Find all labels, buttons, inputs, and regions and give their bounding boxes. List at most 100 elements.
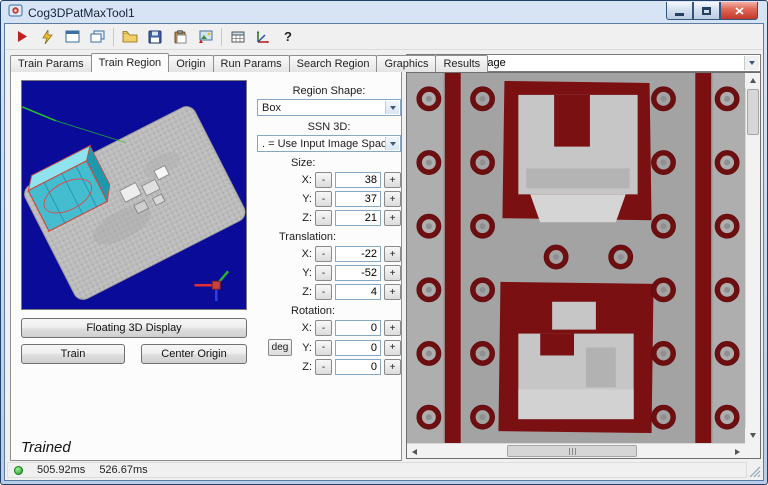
translation-z-decrement-button[interactable]: - (315, 284, 332, 300)
rotation-y-row: deg Y: - + (257, 339, 401, 356)
window-title: Cog3DPatMaxTool1 (28, 5, 135, 20)
translation-z-row: Z: - + (257, 284, 401, 300)
size-z-decrement-button[interactable]: - (315, 210, 332, 226)
tab-train-params[interactable]: Train Params (10, 55, 92, 72)
translation-x-increment-button[interactable]: + (384, 246, 401, 262)
tab-search-region[interactable]: Search Region (288, 55, 378, 72)
import-image-button[interactable] (193, 26, 217, 48)
tab-strip: Train Params Train Region Origin Run Par… (10, 53, 489, 72)
rotation-label: Rotation: (291, 305, 336, 317)
size-x-increment-button[interactable]: + (384, 172, 401, 188)
input-image[interactable] (407, 73, 745, 443)
clipboard-icon (174, 29, 186, 43)
deg-button[interactable]: deg (268, 339, 292, 356)
chevron-down-icon (385, 101, 399, 114)
maximize-button[interactable] (693, 2, 720, 20)
float-window-button[interactable] (85, 26, 109, 48)
tab-run-params[interactable]: Run Params (212, 55, 290, 72)
3d-viewport[interactable] (21, 80, 247, 310)
image-display-button[interactable] (60, 26, 84, 48)
toolbar-separator (221, 27, 222, 46)
toolbar-separator (113, 27, 114, 46)
size-x-row: X: - + (257, 172, 401, 188)
rotation-x-decrement-button[interactable]: - (315, 320, 332, 336)
tab-train-region[interactable]: Train Region (90, 53, 170, 72)
size-y-increment-button[interactable]: + (384, 191, 401, 207)
scroll-left-arrow[interactable] (407, 444, 422, 458)
origin-tool-button[interactable] (251, 26, 275, 48)
size-y-decrement-button[interactable]: - (315, 191, 332, 207)
status-led-icon (14, 465, 23, 475)
translation-y-decrement-button[interactable]: - (315, 265, 332, 281)
region-shape-select[interactable]: Box (257, 99, 401, 116)
tab-origin[interactable]: Origin (168, 55, 214, 72)
app-icon[interactable] (8, 3, 23, 23)
run-continuous-button[interactable] (35, 26, 59, 48)
ssn-3d-label: SSN 3D: (307, 121, 351, 133)
size-y-field[interactable] (335, 191, 381, 207)
rotation-z-increment-button[interactable]: + (384, 359, 401, 375)
open-button[interactable] (118, 26, 142, 48)
region-form: Region Shape: Box SSN 3D: . = Use Input … (257, 80, 401, 378)
size-x-decrement-button[interactable]: - (315, 172, 332, 188)
close-icon (734, 6, 744, 15)
translation-y-field[interactable] (335, 265, 381, 281)
add-image-icon (198, 30, 212, 43)
size-z-row: Z: - + (257, 210, 401, 226)
layers-icon (90, 30, 104, 43)
image-panel: Current.InputImage (406, 54, 761, 459)
translation-y-increment-button[interactable]: + (384, 265, 401, 281)
rotation-y-increment-button[interactable]: + (384, 339, 401, 356)
rotation-z-row: Z: - + (257, 359, 401, 375)
rotation-z-field[interactable] (335, 359, 381, 375)
floating-3d-display-button[interactable]: Floating 3D Display (21, 318, 247, 338)
scroll-up-arrow[interactable] (745, 73, 760, 88)
window-icon (65, 30, 79, 43)
horizontal-scroll-thumb[interactable] (507, 445, 637, 457)
vertical-scrollbar[interactable] (745, 73, 760, 443)
resize-grip[interactable] (747, 462, 761, 478)
scroll-down-arrow[interactable] (745, 428, 760, 443)
run-button[interactable] (10, 26, 34, 48)
rotation-y-decrement-button[interactable]: - (315, 339, 332, 356)
lightning-icon (41, 29, 53, 44)
save-button[interactable] (143, 26, 167, 48)
axes-icon (256, 30, 270, 43)
help-icon: ? (284, 29, 292, 44)
scroll-right-arrow[interactable] (730, 444, 745, 458)
rotation-x-field[interactable] (335, 320, 381, 336)
train-region-page: Floating 3D Display Train Center Origin … (10, 71, 402, 461)
image-display[interactable] (406, 72, 761, 459)
rotation-x-row: X: - + (257, 320, 401, 336)
vertical-scroll-thumb[interactable] (747, 89, 759, 135)
horizontal-scrollbar[interactable] (407, 443, 745, 458)
help-button[interactable]: ? (276, 26, 300, 48)
translation-z-field[interactable] (335, 284, 381, 300)
translation-x-decrement-button[interactable]: - (315, 246, 332, 262)
resize-grip-icon (749, 466, 761, 478)
translation-y-row: Y: - + (257, 265, 401, 281)
paste-button[interactable] (168, 26, 192, 48)
region-shape-label: Region Shape: (292, 85, 366, 97)
open-folder-icon (122, 31, 138, 43)
chevron-down-icon (385, 137, 399, 150)
tab-graphics[interactable]: Graphics (376, 55, 437, 72)
size-z-increment-button[interactable]: + (384, 210, 401, 226)
ssn-3d-select[interactable]: . = Use Input Image Space (257, 135, 401, 152)
center-origin-button[interactable]: Center Origin (141, 344, 247, 364)
translation-x-field[interactable] (335, 246, 381, 262)
rotation-z-decrement-button[interactable]: - (315, 359, 332, 375)
results-table-button[interactable] (226, 26, 250, 48)
size-x-field[interactable] (335, 172, 381, 188)
translation-z-increment-button[interactable]: + (384, 284, 401, 300)
scrollbar-corner (745, 443, 760, 458)
rotation-x-increment-button[interactable]: + (384, 320, 401, 336)
close-button[interactable] (720, 2, 758, 20)
chevron-down-icon (744, 56, 759, 70)
minimize-button[interactable] (666, 2, 693, 20)
size-z-field[interactable] (335, 210, 381, 226)
tab-results[interactable]: Results (435, 55, 489, 72)
rotation-y-field[interactable] (335, 339, 381, 356)
train-button[interactable]: Train (21, 344, 125, 364)
title-bar[interactable]: Cog3DPatMaxTool1 (2, 2, 766, 23)
